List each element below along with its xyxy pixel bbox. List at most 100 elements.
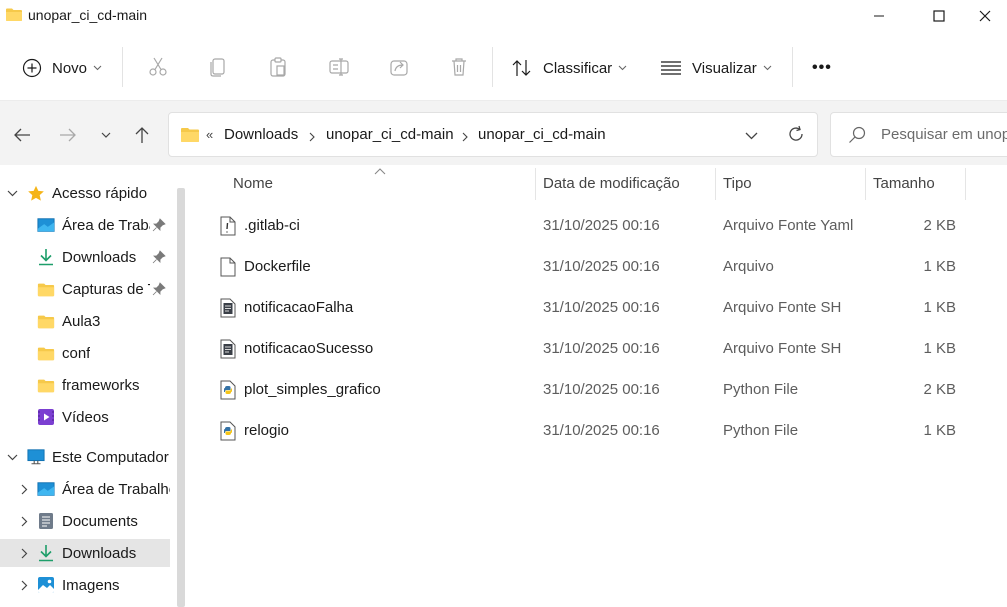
cut-button[interactable] <box>146 55 170 79</box>
file-row[interactable]: .gitlab-ci 31/10/2025 00:16 Arquivo Font… <box>213 209 973 243</box>
sidebar-item-screenshots[interactable]: Capturas de Tela <box>0 275 170 303</box>
search-box[interactable]: Pesquisar em unop... <box>830 112 1007 157</box>
chevron-right-icon[interactable] <box>462 132 469 142</box>
breadcrumb-item[interactable]: Downloads <box>224 126 298 143</box>
navigation-bar: « Downloads unopar_ci_cd-main unopar_ci_… <box>0 101 1007 165</box>
file-date: 31/10/2025 00:16 <box>543 217 660 234</box>
file-row[interactable]: notificacaoFalha 31/10/2025 00:16 Arquiv… <box>213 291 973 325</box>
close-icon <box>979 10 991 22</box>
shell-file-icon <box>220 339 236 359</box>
sidebar-item-videos[interactable]: Vídeos <box>0 403 170 431</box>
search-input[interactable]: Pesquisar em unop... <box>881 126 1007 143</box>
file-name: Dockerfile <box>244 258 311 275</box>
back-button[interactable] <box>10 123 34 147</box>
delete-button[interactable] <box>447 55 471 79</box>
minimize-button[interactable] <box>856 0 902 32</box>
column-divider[interactable] <box>715 168 716 200</box>
file-date: 31/10/2025 00:16 <box>543 422 660 439</box>
sort-button-label: Classificar <box>543 59 613 77</box>
file-row[interactable]: notificacaoSucesso 31/10/2025 00:16 Arqu… <box>213 332 973 366</box>
rename-button[interactable] <box>327 55 351 79</box>
file-size: 1 KB <box>923 340 956 357</box>
python-file-icon <box>220 421 236 441</box>
sidebar-item-downloads[interactable]: Downloads <box>0 243 170 271</box>
toolbar-divider <box>122 47 123 87</box>
folder-icon <box>37 344 55 362</box>
view-list-icon <box>661 61 681 75</box>
sort-button[interactable]: Classificar <box>511 49 627 87</box>
file-type: Python File <box>723 422 799 439</box>
sidebar-item-desktop[interactable]: Área de Trabalho <box>0 211 170 239</box>
chevron-right-icon[interactable] <box>309 132 316 142</box>
file-name: relogio <box>244 422 290 439</box>
column-header-date[interactable]: Data de modificação <box>543 175 680 192</box>
sidebar-item-quick-access[interactable]: Acesso rápido <box>0 179 170 207</box>
sidebar-scrollbar[interactable] <box>177 188 185 607</box>
forward-button[interactable] <box>56 123 80 147</box>
video-icon <box>37 408 55 426</box>
column-divider[interactable] <box>865 168 866 200</box>
sidebar-item-images[interactable]: Imagens <box>0 571 170 599</box>
sidebar-item-this-pc[interactable]: Este Computador <box>0 443 170 471</box>
sidebar-item-label: Capturas de Tela <box>62 280 150 298</box>
chevron-right-icon[interactable] <box>17 578 31 592</box>
shell-file-icon <box>220 298 236 318</box>
sidebar-item-pc-downloads[interactable]: Downloads <box>0 539 170 567</box>
arrow-left-icon <box>14 128 30 142</box>
new-button-label: Novo <box>52 59 88 77</box>
desktop-icon <box>37 480 55 498</box>
sidebar-item-conf[interactable]: conf <box>0 339 170 367</box>
chevron-right-icon[interactable] <box>17 514 31 528</box>
breadcrumb-item[interactable]: unopar_ci_cd-main <box>478 126 606 143</box>
new-button[interactable]: Novo <box>22 49 102 87</box>
file-row[interactable]: relogio 31/10/2025 00:16 Python File 1 K… <box>213 414 973 448</box>
file-type: Arquivo Fonte SH <box>723 340 842 357</box>
recent-locations-button[interactable] <box>94 123 118 147</box>
copy-button[interactable] <box>206 55 230 79</box>
chevron-down-icon[interactable] <box>5 450 19 464</box>
file-name: .gitlab-ci <box>244 217 300 234</box>
title-bar: unopar_ci_cd-main <box>0 0 1007 33</box>
sidebar-item-label: Documents <box>62 512 138 530</box>
column-divider[interactable] <box>535 168 536 200</box>
column-header-size[interactable]: Tamanho <box>873 175 935 192</box>
sidebar-item-label: Downloads <box>62 248 137 266</box>
sidebar-item-label: Área de Trabalho <box>62 216 150 234</box>
maximize-button[interactable] <box>916 0 962 32</box>
folder-icon <box>181 128 199 142</box>
file-list: Nome Data de modificação Tipo Tamanho .g… <box>190 165 1007 607</box>
column-header-name[interactable]: Nome <box>233 175 273 192</box>
chevron-right-icon[interactable] <box>17 546 31 560</box>
sort-ascending-icon <box>374 168 386 175</box>
chevron-down-icon[interactable] <box>745 132 758 140</box>
copy-icon <box>210 58 225 77</box>
chevron-right-icon[interactable] <box>17 482 31 496</box>
maximize-icon <box>933 10 945 22</box>
star-icon <box>27 184 45 202</box>
navigation-pane: Acesso rápido Área de Trabalho Downloads… <box>0 165 187 607</box>
column-header-type[interactable]: Tipo <box>723 175 752 192</box>
sidebar-item-pc-desktop[interactable]: Área de Trabalho <box>0 475 170 503</box>
refresh-icon[interactable] <box>787 125 805 143</box>
file-row[interactable]: plot_simples_grafico 31/10/2025 00:16 Py… <box>213 373 973 407</box>
breadcrumb-overflow[interactable]: « <box>206 127 213 142</box>
sidebar-item-aula3[interactable]: Aula3 <box>0 307 170 335</box>
plus-circle-icon <box>22 58 42 78</box>
column-divider[interactable] <box>965 168 966 200</box>
rename-icon <box>329 58 349 76</box>
chevron-down-icon[interactable] <box>5 186 19 200</box>
file-size: 1 KB <box>923 258 956 275</box>
file-name: notificacaoFalha <box>244 299 354 316</box>
paste-button[interactable] <box>266 55 290 79</box>
up-button[interactable] <box>130 123 154 147</box>
sidebar-item-frameworks[interactable]: frameworks <box>0 371 170 399</box>
file-row[interactable]: Dockerfile 31/10/2025 00:16 Arquivo 1 KB <box>213 250 973 284</box>
breadcrumb-item[interactable]: unopar_ci_cd-main <box>326 126 454 143</box>
close-button[interactable] <box>962 0 1007 32</box>
sidebar-item-documents[interactable]: Documents <box>0 507 170 535</box>
more-options-button[interactable]: ••• <box>812 49 832 87</box>
view-button[interactable]: Visualizar <box>660 49 772 87</box>
address-bar[interactable]: « Downloads unopar_ci_cd-main unopar_ci_… <box>168 112 818 157</box>
search-icon <box>849 126 866 143</box>
share-button[interactable] <box>387 55 411 79</box>
